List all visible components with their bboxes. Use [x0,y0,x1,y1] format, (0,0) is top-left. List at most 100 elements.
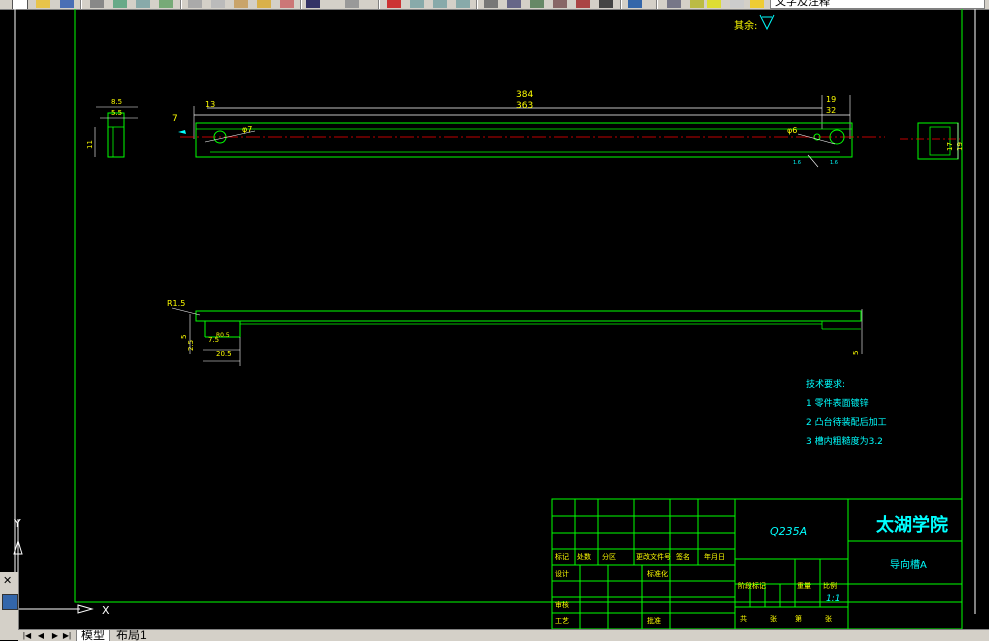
svg-text:13: 13 [205,100,215,109]
school-name: 太湖学院 [876,514,948,536]
tab-model[interactable]: 模型 [76,630,111,641]
toolbar-separator [300,0,302,9]
svg-text:其余:: 其余: [734,19,757,32]
tab-layout1[interactable]: 布局1 [112,630,151,641]
toolbar-separator [80,0,82,9]
plot-icon[interactable] [159,0,173,8]
pan-icon[interactable] [387,0,401,8]
zoom-previous-icon[interactable] [456,0,470,8]
calculator-icon[interactable] [599,0,613,8]
redo-icon[interactable] [345,0,359,8]
undo-icon[interactable] [306,0,320,8]
publish-icon[interactable] [136,0,150,8]
blockeditor-icon[interactable] [280,0,294,8]
tech-requirements: 技术要求: 1 零件表面镀锌 2 凸台待装配后加工 3 槽内粗糙度为3.2 [806,378,887,447]
svg-text:工艺: 工艺 [555,617,569,625]
svg-text:384: 384 [516,90,533,100]
designcenter-icon[interactable] [507,0,521,8]
svg-text:张: 张 [770,614,777,623]
svg-text:年月日: 年月日 [704,552,725,561]
top-view: 384 363 13 19 32 7 φ7 φ6 1.6 1.6 [172,90,885,168]
svg-text:技术要求:: 技术要求: [806,378,845,390]
left-panel: ✕ [0,572,19,640]
svg-text:3 槽内粗糙度为3.2: 3 槽内粗糙度为3.2 [806,435,883,447]
svg-text:19: 19 [956,142,964,151]
svg-text:处数: 处数 [577,552,591,561]
svg-text:7: 7 [172,114,178,124]
svg-text:X: X [102,604,110,617]
paste-icon[interactable] [234,0,248,8]
svg-text:5: 5 [180,335,188,339]
zoom-realtime-icon[interactable] [410,0,424,8]
svg-text:签名: 签名 [676,552,690,561]
svg-text:1.6: 1.6 [793,160,801,166]
svg-text:阶段标记: 阶段标记 [738,581,766,590]
svg-text:8.5: 8.5 [111,98,122,106]
svg-text:共: 共 [740,614,747,623]
layer-manager-icon[interactable] [667,0,681,8]
preview-icon[interactable] [113,0,127,8]
svg-text:17: 17 [946,142,954,151]
sheetset-icon[interactable] [553,0,567,8]
svg-text:批准: 批准 [647,616,661,625]
svg-text:分区: 分区 [602,552,616,561]
matchprop-icon[interactable] [257,0,271,8]
left-end-view: 8.5 5.5 11 [86,98,138,158]
svg-text:1.6: 1.6 [830,160,838,166]
cut-icon[interactable] [188,0,202,8]
toolbar-separator [656,0,658,9]
svg-text:2 凸台待装配后加工: 2 凸台待装配后加工 [806,416,887,428]
layer-state-icon[interactable] [690,0,704,8]
material: Q235A [770,525,807,538]
front-view: R1.5 5 2.5 7.5 20.5 5 R0.5 [167,299,863,366]
svg-text:标准化: 标准化 [647,569,668,578]
toolbar-separator [180,0,182,9]
copy-icon[interactable] [211,0,225,8]
print-icon[interactable] [90,0,104,8]
layer-dropdown[interactable]: 文字及注释 [770,0,985,9]
scale-value: 1:1 [826,594,840,604]
layer-freeze-icon [730,0,744,8]
svg-text:20.5: 20.5 [216,350,232,358]
drawing-canvas[interactable]: 其余: 384 363 13 19 32 7 φ7 φ6 1.6 1.6 8.5… [0,9,989,629]
title-block-text: Q235A 太湖学院 导向槽A 1:1 标记 处数 分区 更改文件号 签名 年月… [555,514,948,625]
layer-lock-icon [750,0,764,8]
save-icon[interactable] [60,0,74,8]
svg-text:设计: 设计 [555,569,569,578]
svg-text:审核: 审核 [555,600,569,609]
svg-text:第: 第 [795,614,802,623]
roughness-note: 其余: [734,14,775,32]
toolbar-separator [620,0,622,9]
part-name: 导向槽A [890,558,927,571]
svg-text:32: 32 [826,106,836,115]
help-icon[interactable] [628,0,642,8]
toolpalette-icon[interactable] [530,0,544,8]
toolbar-separator [378,0,380,9]
svg-text:张: 张 [825,614,832,623]
svg-text:标记: 标记 [555,552,569,561]
layer-on-icon [707,0,721,8]
properties-icon[interactable] [484,0,498,8]
svg-text:2.5: 2.5 [187,340,195,351]
close-icon[interactable]: ✕ [3,575,15,586]
palette-icon[interactable] [2,594,18,610]
svg-text:363: 363 [516,101,533,111]
svg-text:11: 11 [86,140,94,149]
toolbar-separator [476,0,478,9]
zoom-window-icon[interactable] [433,0,447,8]
open-icon[interactable] [36,0,50,8]
svg-text:1 零件表面镀锌: 1 零件表面镀锌 [806,397,869,409]
markup-icon[interactable] [576,0,590,8]
svg-text:φ6: φ6 [787,126,797,135]
svg-text:19: 19 [826,95,836,104]
svg-text:更改文件号: 更改文件号 [636,552,671,561]
right-end-view: 17 19 [900,122,964,160]
layout-tab-bar: |◀ ◀ ▶ ▶| 模型 布局1 [18,629,989,641]
svg-text:R1.5: R1.5 [167,299,185,308]
svg-text:5: 5 [852,351,860,355]
svg-text:比例: 比例 [823,581,837,590]
svg-text:重量: 重量 [797,582,811,590]
svg-text:R0.5: R0.5 [216,332,230,339]
svg-text:Y: Y [13,517,21,530]
svg-text:5.5: 5.5 [111,109,122,117]
